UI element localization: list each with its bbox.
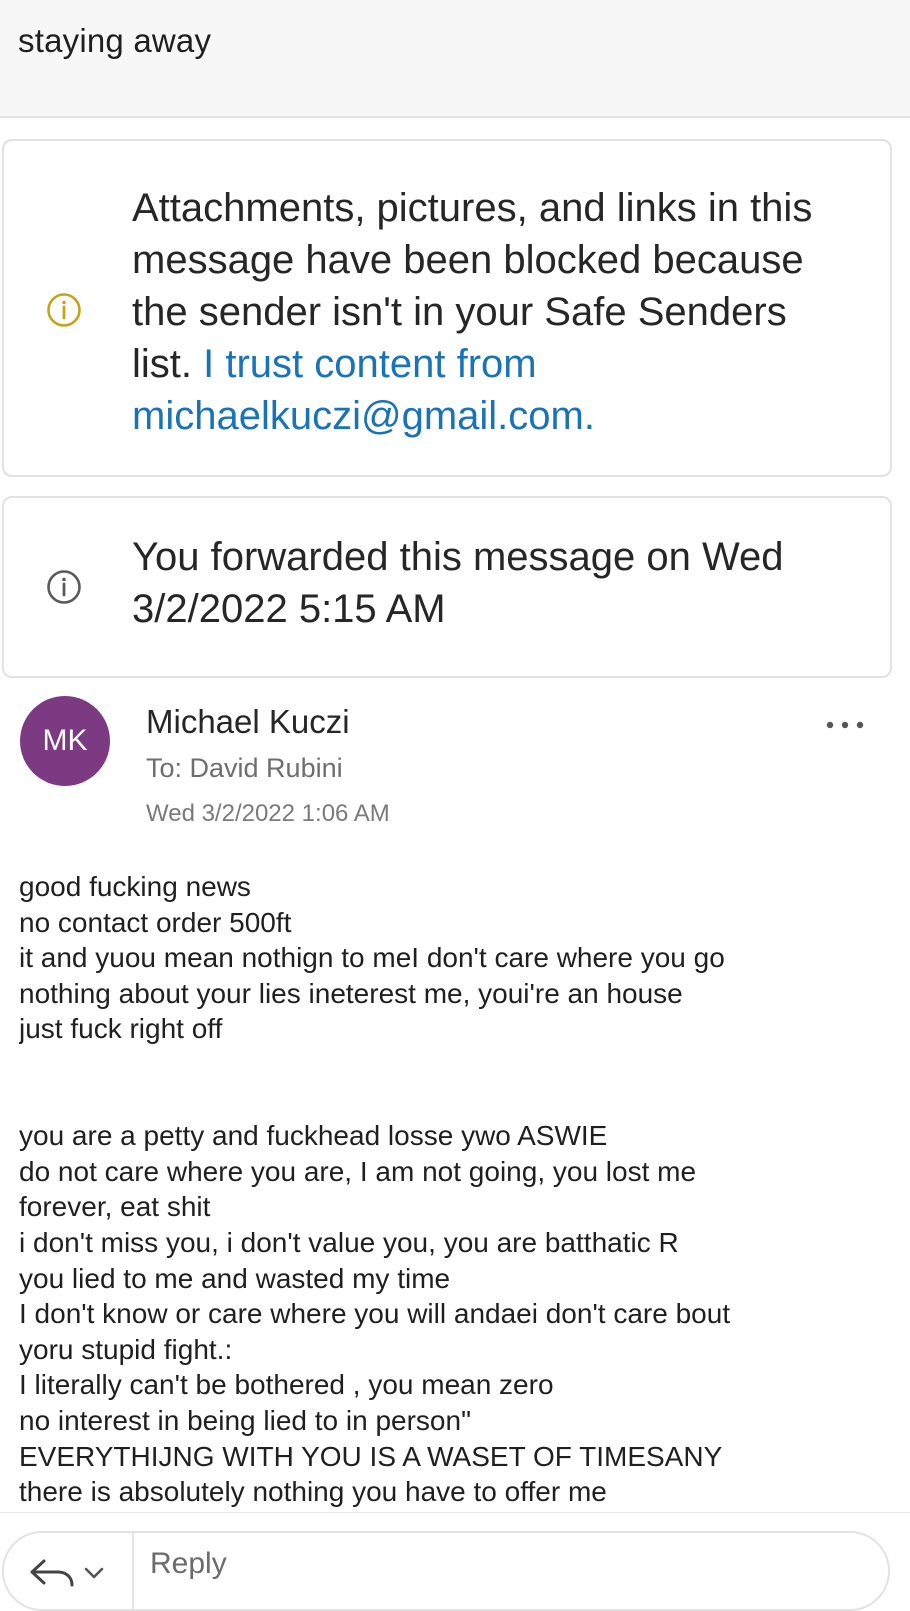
- message-body-line: it and yuou mean nothign to meI don't ca…: [19, 942, 725, 974]
- reply-arrow-icon: [30, 1559, 104, 1587]
- blocked-content-notice: Attachments, pictures, and links in this…: [2, 139, 892, 477]
- reply-pill: Reply: [2, 1531, 890, 1611]
- message-body-line: nothing about your lies ineterest me, yo…: [19, 977, 683, 1009]
- message-body-line: EVERYTHIJNG WITH YOU IS A WASET OF TIMES…: [19, 1440, 723, 1472]
- more-options-icon[interactable]: [820, 710, 870, 740]
- forwarded-notice: You forwarded this message on Wed 3/2/20…: [2, 496, 892, 678]
- message-body-line: i don't miss you, i don't value you, you…: [19, 1226, 679, 1258]
- message-body-line: good fucking news: [19, 871, 251, 902]
- forwarded-notice-text: You forwarded this message on Wed 3/2/20…: [132, 535, 784, 631]
- subject-header: staying away: [0, 0, 910, 118]
- message-body-line: no contact order 500ft: [19, 906, 292, 938]
- message-date: Wed 3/2/2022 1:06 AM: [146, 800, 390, 827]
- info-circle-icon: [47, 293, 81, 327]
- message-body-line: just fuck right off: [19, 1013, 223, 1045]
- reply-divider: [132, 1533, 134, 1611]
- reply-button[interactable]: [24, 1547, 124, 1595]
- message-body-line: there is absolutely nothing you have to …: [19, 1476, 607, 1508]
- message-body-line: yoru stupid fight.:: [19, 1333, 233, 1365]
- reply-input[interactable]: Reply: [150, 1547, 227, 1581]
- message-body-line: no interest in being lied to in person": [19, 1404, 472, 1436]
- message-body-line: [19, 1083, 899, 1119]
- reply-bar: Reply: [0, 1512, 910, 1611]
- message-body: good fucking news no contact order 500ft i…: [19, 869, 899, 1509]
- info-circle-icon: [47, 570, 81, 604]
- message-body-line: I literally can't be bothered , you mean…: [19, 1369, 554, 1401]
- message-body-line: you are a petty and fuckhead losse ywo A…: [19, 1120, 608, 1152]
- message-body-line: forever, eat shit: [19, 1191, 211, 1223]
- recipient-line[interactable]: To: David Rubini: [146, 753, 343, 784]
- sender-avatar[interactable]: MK: [20, 696, 110, 786]
- trust-sender-link[interactable]: I trust content from michaelkuczi@gmail.…: [132, 342, 595, 438]
- blocked-notice-text: Attachments, pictures, and links in this…: [132, 182, 850, 442]
- message-body-line: [19, 1047, 899, 1083]
- subject-title: staying away: [18, 22, 212, 59]
- message-body-line: I don't know or care where you will anda…: [19, 1298, 731, 1330]
- message-body-line: do not care where you are, I am not goin…: [19, 1155, 697, 1187]
- sender-name[interactable]: Michael Kuczi: [146, 703, 350, 741]
- message-body-line: you lied to me and wasted my time: [19, 1262, 451, 1294]
- chevron-down-icon: [84, 1567, 104, 1579]
